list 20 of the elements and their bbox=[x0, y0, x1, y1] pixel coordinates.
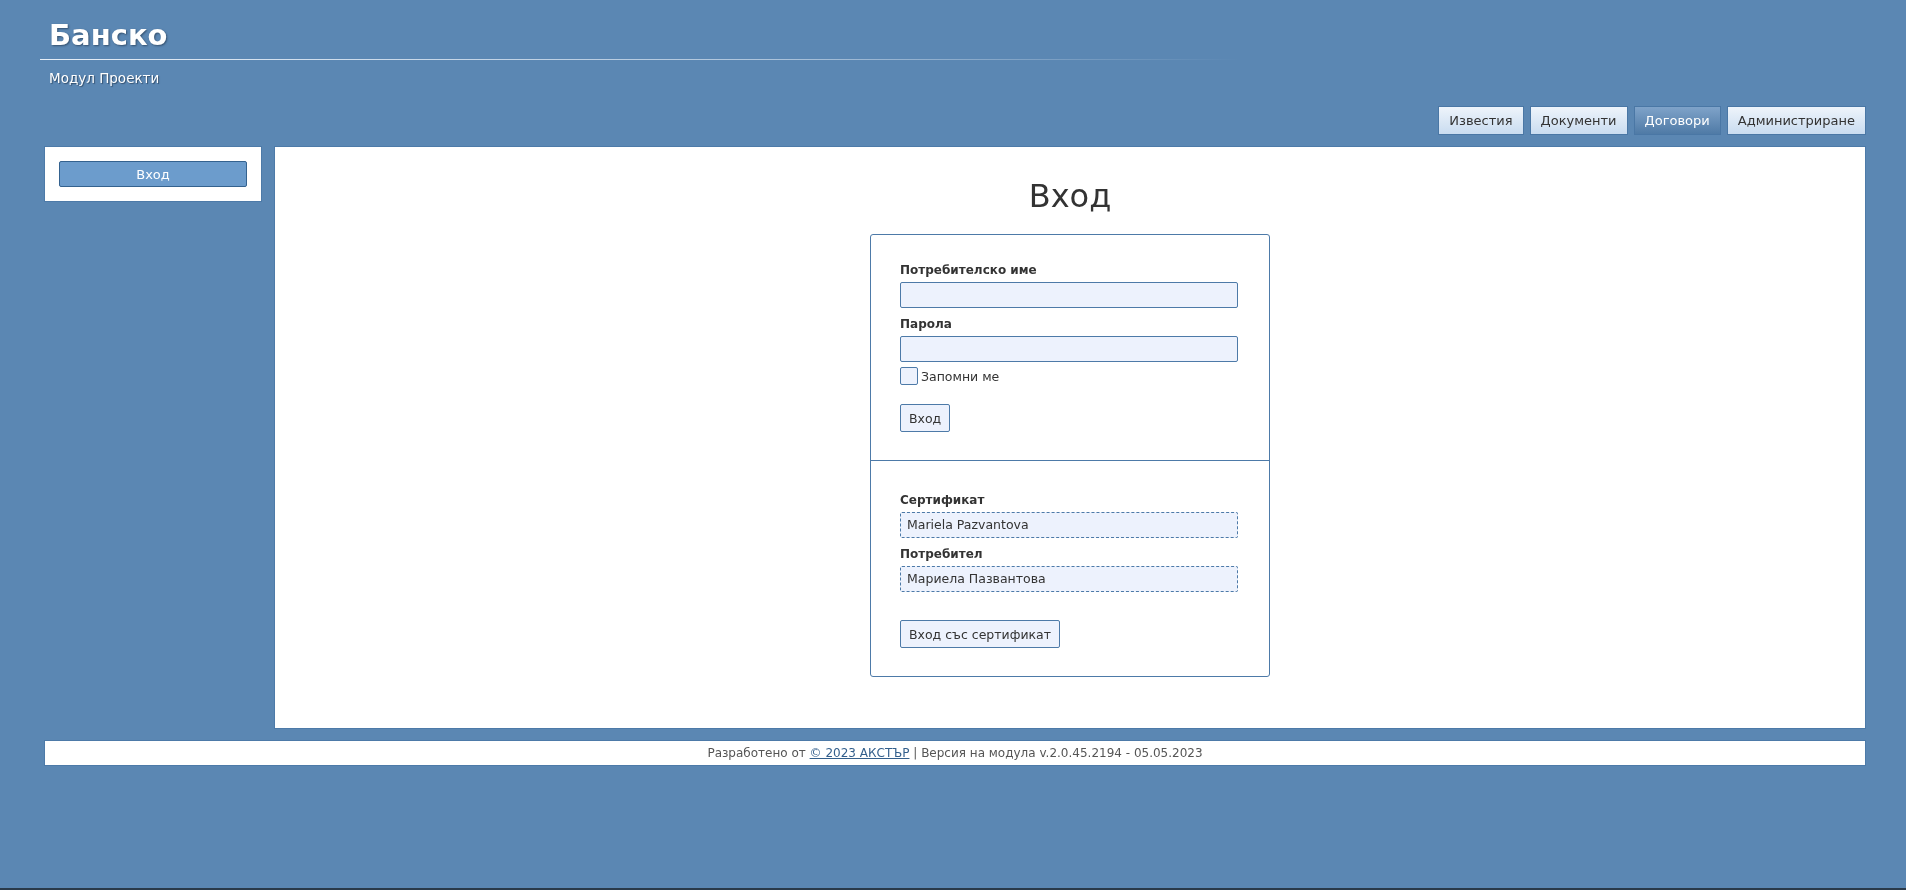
user-field: Мариела Пазвантова bbox=[900, 566, 1238, 592]
certificate-field: Mariela Pazvantova bbox=[900, 512, 1238, 538]
field-label: Потребителско име bbox=[900, 263, 1037, 277]
password-field[interactable] bbox=[900, 336, 1238, 362]
certificate-login-button[interactable]: Вход със сертификат bbox=[900, 620, 1060, 648]
remember-checkbox[interactable] bbox=[900, 367, 918, 385]
field-label: Парола bbox=[900, 317, 952, 331]
page-heading: Вход bbox=[1028, 177, 1112, 215]
field-label: Потребител bbox=[900, 547, 983, 561]
footer-text: Разработено от © 2023 АКСТЪР | Версия на модула v.2.0.45.2194 - 05.05.2023 bbox=[707, 746, 1203, 760]
nav-tab[interactable]: Администриране bbox=[1726, 106, 1866, 135]
copyright-link[interactable]: © 2023 АКСТЪР bbox=[809, 746, 910, 760]
nav-tab[interactable]: Известия bbox=[1438, 106, 1524, 135]
site-title: Банско bbox=[49, 18, 168, 52]
checkbox-label: Запомни ме bbox=[921, 368, 1000, 384]
nav-tab[interactable]: Документи bbox=[1529, 106, 1628, 135]
field-label: Сертификат bbox=[900, 493, 985, 507]
username-field[interactable] bbox=[900, 282, 1238, 308]
module-subtitle: Модул Проекти bbox=[49, 70, 160, 86]
login-button[interactable]: Вход bbox=[900, 404, 951, 432]
